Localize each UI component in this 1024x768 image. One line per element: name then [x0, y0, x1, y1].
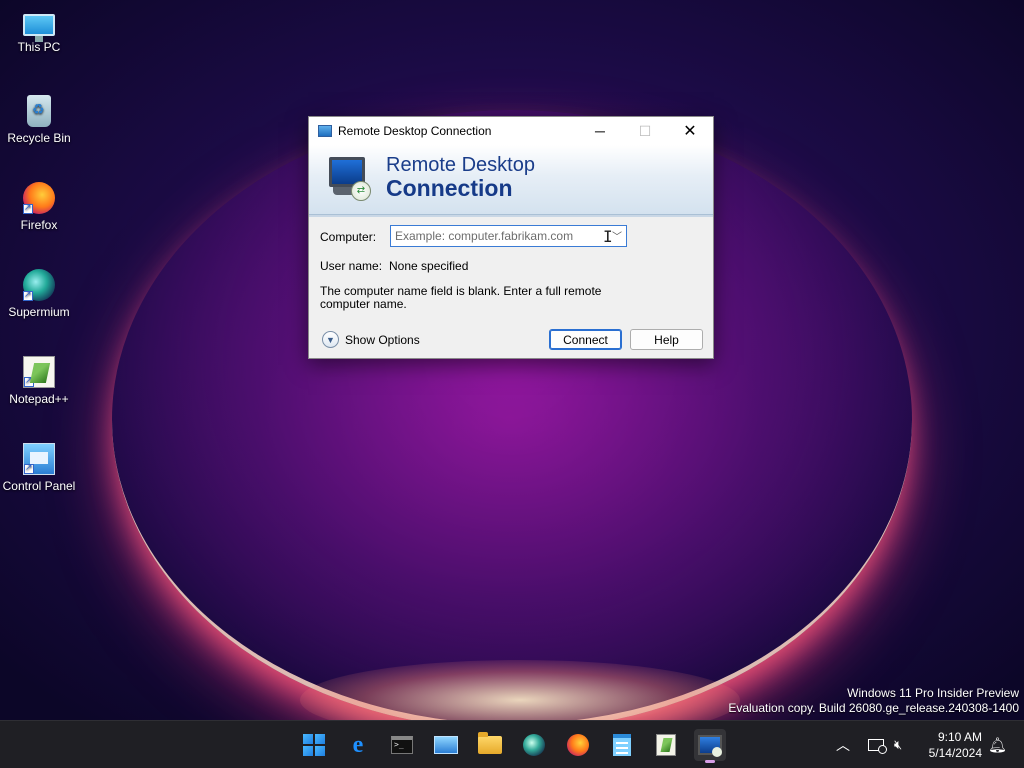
show-hidden-icons-button[interactable]: ︿ — [836, 721, 850, 768]
volume-button[interactable]: 🔇︎ — [894, 721, 902, 768]
desktop-wallpaper — [0, 0, 1024, 720]
desktop-icon-supermium[interactable]: Supermium — [0, 269, 78, 319]
internet-explorer-icon: e — [352, 731, 364, 758]
show-options-label: Show Options — [345, 332, 420, 347]
notifications-button[interactable]: 🔔︎ — [988, 721, 1007, 768]
supermium-icon — [23, 269, 55, 301]
this-pc-icon — [23, 14, 55, 42]
watermark-line1: Windows 11 Pro Insider Preview — [847, 686, 1019, 700]
computer-label: Computer: — [320, 230, 377, 244]
taskbar-notepad-plus-plus[interactable] — [650, 729, 682, 761]
show-options-toggle[interactable]: ▼ Show Options — [322, 331, 420, 348]
supermium-icon — [523, 734, 545, 756]
remote-desktop-monitor-icon: ⇄ — [327, 157, 373, 201]
dialog-banner: ⇄ Remote Desktop Connection — [309, 145, 713, 215]
desktop-icon-label: Firefox — [20, 218, 58, 232]
firefox-icon — [23, 182, 55, 214]
chevron-down-icon[interactable]: ﹀ — [612, 228, 622, 243]
clock[interactable]: 9:10 AM 5/14/2024 — [916, 721, 982, 768]
desktop-icon-notepad-plus-plus[interactable]: Notepad++ — [0, 356, 78, 406]
taskbar-internet-explorer[interactable]: e — [342, 729, 374, 761]
firefox-icon — [567, 734, 589, 756]
username-label: User name: — [320, 259, 383, 273]
notepad-icon — [613, 734, 631, 756]
close-button[interactable]: ✕ — [667, 117, 713, 145]
minimize-button[interactable]: ─ — [577, 117, 623, 145]
remote-desktop-icon — [318, 125, 332, 137]
username-value: None specified — [389, 259, 469, 273]
taskbar-remote-desktop-connection[interactable] — [694, 729, 726, 763]
network-icon — [868, 739, 887, 754]
windows-logo-icon — [303, 734, 325, 756]
connect-button[interactable]: Connect — [549, 329, 622, 350]
clock-time: 9:10 AM — [937, 730, 982, 744]
maximize-button: ☐ — [638, 122, 652, 139]
taskbar-remote-desktop-manager[interactable] — [430, 729, 462, 761]
terminal-icon: >_ — [391, 736, 413, 754]
connection-form: Computer: I ﹀ User name: None specified … — [309, 217, 713, 359]
shortcut-arrow-icon — [24, 375, 34, 387]
banner-title-line1: Remote Desktop — [386, 154, 535, 176]
bell-icon: 🔔︎ — [988, 737, 1008, 754]
network-status-button[interactable] — [868, 721, 887, 768]
evaluation-watermark: Windows 11 Pro Insider Preview Evaluatio… — [728, 686, 1019, 716]
taskbar: e >_ ︿ 🔇︎ 9:10 AM 5/14/2024 🔔︎ — [0, 720, 1024, 768]
desktop-icon-recycle-bin[interactable]: Recycle Bin — [0, 95, 78, 145]
desktop-icon-control-panel[interactable]: Control Panel — [0, 443, 78, 493]
banner-title-line2: Connection — [386, 175, 513, 201]
desktop-icon-label: Control Panel — [2, 479, 76, 493]
volume-muted-icon: 🔇︎ — [894, 737, 903, 752]
desktop-icon-this-pc[interactable]: This PC — [0, 8, 78, 54]
desktop-icon-label: This PC — [17, 40, 61, 54]
desktop-icon-label: Supermium — [8, 305, 70, 319]
start-button[interactable] — [298, 729, 330, 761]
status-message: The computer name field is blank. Enter … — [320, 284, 602, 311]
active-app-indicator — [705, 760, 715, 763]
recycle-bin-icon — [27, 95, 51, 127]
desktop-icon-label: Notepad++ — [9, 392, 69, 406]
computer-combo-input[interactable] — [390, 225, 627, 247]
notepad-plus-plus-icon — [656, 734, 676, 756]
shortcut-arrow-icon — [23, 289, 33, 301]
remote-desktop-icon — [698, 735, 722, 757]
expand-down-icon: ▼ — [322, 331, 339, 348]
control-panel-icon — [23, 443, 55, 475]
window-title: Remote Desktop Connection — [338, 124, 492, 138]
chevron-up-icon: ︿ — [836, 737, 850, 753]
taskbar-file-explorer[interactable] — [474, 729, 506, 761]
shortcut-arrow-icon — [23, 202, 33, 214]
rdp-monitor-icon — [434, 736, 458, 754]
help-button[interactable]: Help — [630, 329, 703, 350]
notepad-plus-plus-icon — [23, 356, 55, 388]
taskbar-notepad[interactable] — [606, 729, 638, 761]
shortcut-arrow-icon — [24, 462, 34, 474]
title-bar[interactable]: Remote Desktop Connection ─ ☐ ✕ — [309, 117, 713, 145]
watermark-line2: Evaluation copy. Build 26080.ge_release.… — [728, 701, 1019, 715]
taskbar-firefox[interactable] — [562, 729, 594, 761]
taskbar-command-prompt[interactable]: >_ — [386, 729, 418, 761]
desktop-icon-firefox[interactable]: Firefox — [0, 182, 78, 232]
taskbar-supermium[interactable] — [518, 729, 550, 761]
desktop-icon-label: Recycle Bin — [7, 131, 71, 145]
remote-desktop-connection-window: Remote Desktop Connection ─ ☐ ✕ ⇄ Remote… — [308, 116, 714, 359]
folder-icon — [478, 732, 502, 754]
clock-date: 5/14/2024 — [928, 746, 982, 760]
